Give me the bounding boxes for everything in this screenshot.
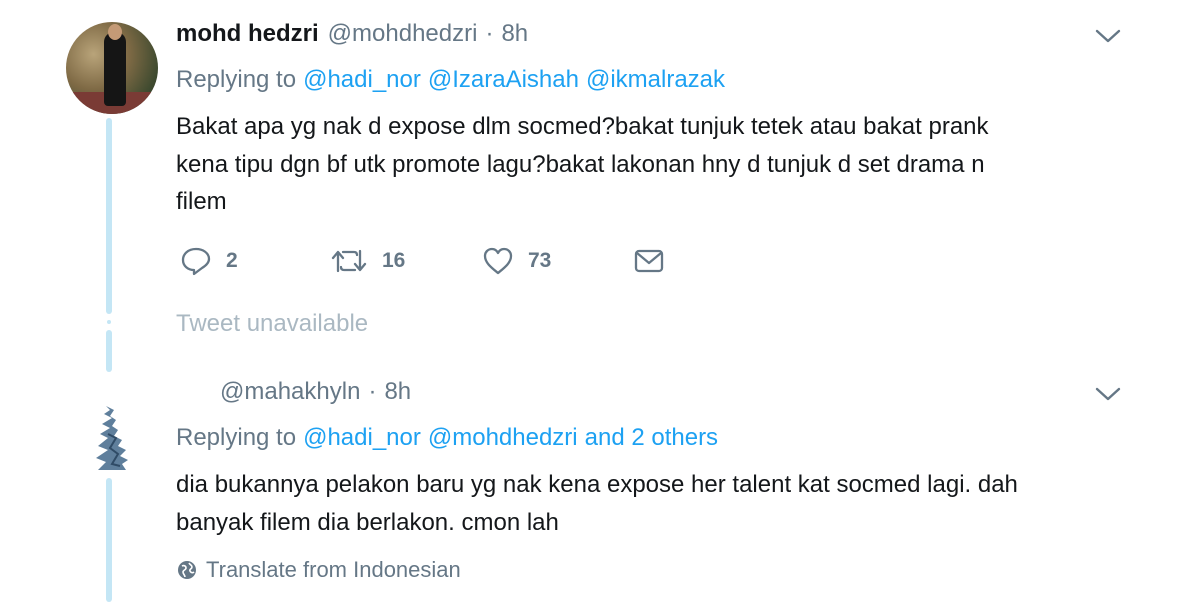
direct-message-icon[interactable] xyxy=(634,248,664,274)
tweet-time[interactable]: 8h xyxy=(384,378,411,406)
user-handle[interactable]: @mahakhyln xyxy=(220,378,360,406)
separator-dot: · xyxy=(368,378,377,405)
avatar-mohdhedzri[interactable] xyxy=(66,22,158,114)
tweet-text: Bakat apa yg nak d expose dlm socmed?bak… xyxy=(176,108,1136,221)
retweet-button[interactable]: 16 xyxy=(330,245,405,277)
user-handle[interactable]: @mohdhedzri xyxy=(328,20,478,48)
like-button[interactable]: 73 xyxy=(482,245,551,277)
replying-to-label: Replying to xyxy=(176,66,297,93)
tweet-unavailable-text: Tweet unavailable xyxy=(176,310,369,337)
thread-dot xyxy=(107,320,111,324)
globe-icon xyxy=(178,561,196,579)
display-name[interactable]: mohd hedzri xyxy=(176,20,319,48)
tweet-text: dia bukannya pelakon baru yg nak kena ex… xyxy=(176,466,1136,541)
tweet1-header: mohd hedzri @mohdhedzri · 8h xyxy=(176,18,528,50)
mention-link[interactable]: @hadi_nor xyxy=(303,66,421,94)
translate-link[interactable]: Translate from Indonesian xyxy=(177,555,461,585)
tweet-text-line: filem xyxy=(176,188,227,215)
retweet-count: 16 xyxy=(382,249,406,272)
tweet-text-line: banyak filem dia berlakon. cmon lah xyxy=(176,508,559,536)
chevron-down-icon[interactable] xyxy=(1095,386,1121,402)
thread-line xyxy=(106,478,112,602)
replying-to: Replying to @hadi_nor @IzaraAishah @ikma… xyxy=(176,64,725,96)
mention-link[interactable]: @mohdhedzri xyxy=(428,424,578,452)
avatar-head xyxy=(108,24,122,40)
mention-link[interactable]: @ikmalrazak xyxy=(586,66,725,94)
mention-link[interactable]: @hadi_nor xyxy=(303,424,421,452)
tweet-text-line: kena tipu dgn bf utk promote lagu?bakat … xyxy=(176,150,985,178)
replying-to: Replying to @hadi_nor @mohdhedzri and 2 … xyxy=(176,422,718,454)
like-count: 73 xyxy=(528,249,552,272)
reply-icon xyxy=(181,247,211,276)
thread-line xyxy=(106,118,112,314)
tweet-text-line: dia bukannya pelakon baru yg nak kena ex… xyxy=(176,471,1018,498)
separator-dot: · xyxy=(485,20,494,47)
replying-to-label: Replying to xyxy=(176,424,297,451)
reply-button[interactable]: 2 xyxy=(180,245,238,277)
translate-label: Translate from Indonesian xyxy=(206,557,461,582)
tweet-time[interactable]: 8h xyxy=(501,20,528,48)
avatar-figure xyxy=(104,32,126,106)
retweet-icon xyxy=(331,249,367,273)
like-icon xyxy=(483,247,513,275)
avatar-mahakhyln[interactable] xyxy=(92,404,130,472)
thread-line xyxy=(106,330,112,372)
others-link[interactable]: and 2 others xyxy=(585,424,718,452)
chevron-down-icon[interactable] xyxy=(1095,28,1121,44)
tweet2-header: @mahakhyln · 8h xyxy=(220,376,411,408)
reply-count: 2 xyxy=(226,249,238,272)
mention-link[interactable]: @IzaraAishah xyxy=(428,66,579,94)
tweet-text-line: Bakat apa yg nak d expose dlm socmed?bak… xyxy=(176,113,989,140)
